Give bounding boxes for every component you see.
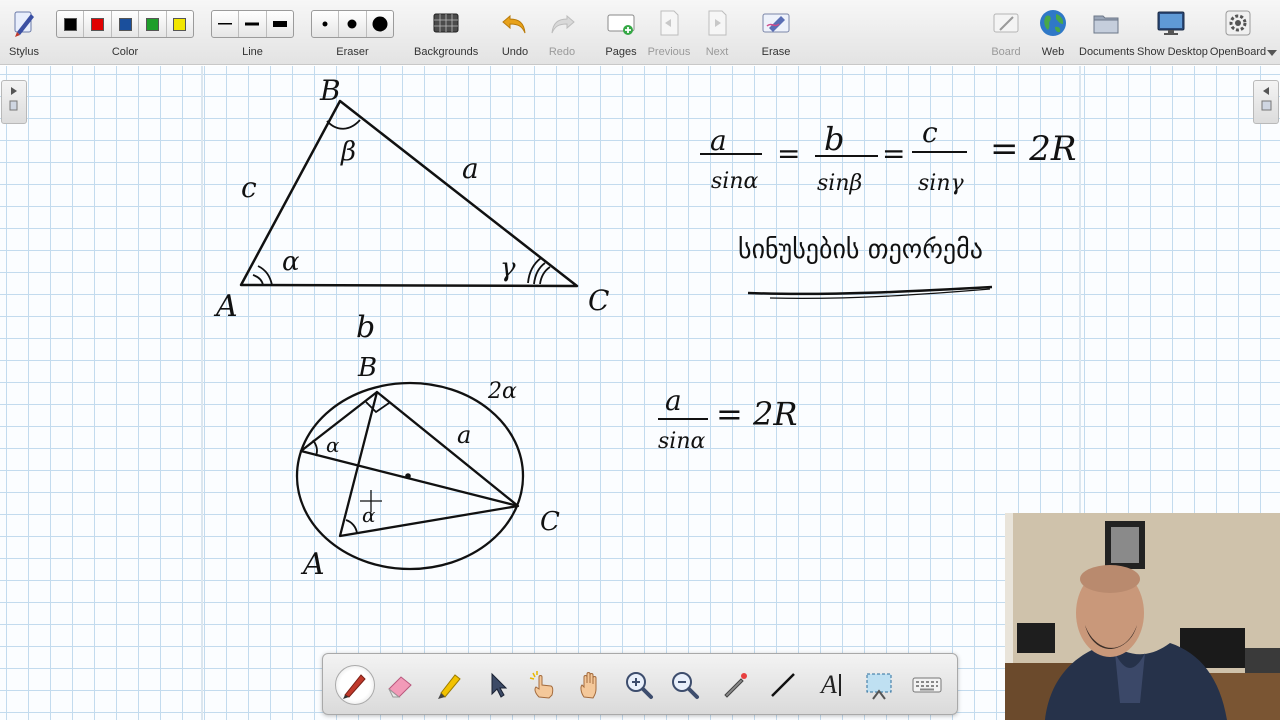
circle-vertex-label-b: B: [357, 353, 377, 383]
formula-equals-1: =: [777, 137, 800, 170]
caption-underline: [747, 285, 993, 296]
angle-label-alpha: α: [282, 247, 300, 277]
circle-angle-label-1: α: [326, 433, 340, 457]
capture-area-icon: [866, 673, 892, 700]
side-label-b: b: [356, 310, 375, 345]
text-tool-button[interactable]: A: [811, 665, 851, 705]
zoom-in-button[interactable]: [619, 665, 659, 705]
pen-tool-button[interactable]: [335, 665, 375, 705]
hand-pan-icon: [580, 672, 597, 699]
zoom-out-icon: [672, 672, 699, 699]
zoom-out-button[interactable]: [665, 665, 705, 705]
zoom-in-icon: [626, 672, 653, 699]
keyboard-tool-button[interactable]: [907, 665, 947, 705]
presenter-webcam: [1005, 513, 1280, 720]
presenter-video-frame: [1005, 513, 1280, 720]
formula-den-sin-beta: sinβ: [817, 171, 862, 196]
formula-num-b: b: [824, 120, 844, 158]
circumcircle-figure: B A C a 2α α α: [295, 353, 560, 582]
interact-tool-button[interactable]: [523, 665, 563, 705]
right-angle-mark: [365, 401, 390, 414]
circle-vertex-label-a: A: [300, 547, 325, 582]
side-label-c: c: [241, 171, 257, 204]
angle-c-arc-3: [539, 266, 551, 285]
text-tool-icon: A: [821, 670, 837, 699]
laser-pointer-button[interactable]: [715, 665, 755, 705]
angle-label-beta: β: [340, 137, 356, 167]
eraser-tool-button[interactable]: [381, 665, 421, 705]
angle-label-gamma: γ: [500, 253, 516, 283]
selector-arrow-icon: [491, 672, 508, 698]
floating-tool-palette: A: [322, 653, 958, 715]
circle-angle-label-2: α: [362, 503, 376, 527]
circle-center-dot: [405, 473, 411, 479]
derived-num-a: a: [665, 384, 682, 417]
pen-icon: [343, 674, 366, 699]
vertex-label-a: A: [213, 289, 238, 324]
formula-num-c: c: [922, 116, 938, 149]
eraser-icon: [388, 676, 412, 698]
highlighter-icon: [438, 674, 461, 699]
formula-den-sin-gamma: sinγ: [918, 171, 964, 196]
highlighter-tool-button[interactable]: [429, 665, 469, 705]
angle-a-arc-2: [252, 274, 264, 286]
theorem-caption: სინუსების თეორემა: [738, 235, 983, 265]
selector-tool-button[interactable]: [477, 665, 517, 705]
side-label-a: a: [462, 152, 479, 185]
capture-tool-button[interactable]: [859, 665, 899, 705]
angle-mark-bottom: [345, 519, 358, 534]
pan-tool-button[interactable]: [571, 665, 611, 705]
arc-label-2alpha: 2α: [487, 379, 517, 404]
circle-side-label-a: a: [457, 421, 471, 449]
formula-equals-2: =: [882, 137, 905, 170]
formula-num-a: a: [710, 124, 727, 157]
virtual-keyboard-icon: [912, 677, 942, 693]
circle-vertex-label-c: C: [540, 507, 560, 537]
angle-b-arc: [326, 119, 361, 130]
derived-result-2r: = 2R: [716, 395, 797, 433]
text-cursor-icon: [838, 674, 841, 696]
vertex-label-b: B: [319, 74, 341, 107]
angle-a-arc-1: [257, 265, 273, 286]
formula-result-2r: = 2R: [990, 129, 1077, 169]
draw-line-icon: [771, 673, 795, 697]
derived-den-sin-alpha: sinα: [658, 429, 705, 454]
law-of-sines-formula: a sinα = b sinβ = c sinγ = 2R სინუსების …: [700, 116, 1077, 299]
interact-hand-icon: [529, 671, 554, 699]
derived-formula: a sinα = 2R: [658, 384, 797, 454]
triangle-figure: B A C c a b β α γ: [213, 74, 609, 345]
line-tool-button[interactable]: [763, 665, 803, 705]
vertex-label-c: C: [588, 284, 609, 317]
formula-den-sin-alpha: sinα: [711, 169, 758, 194]
laser-pointer-icon: [724, 673, 747, 698]
